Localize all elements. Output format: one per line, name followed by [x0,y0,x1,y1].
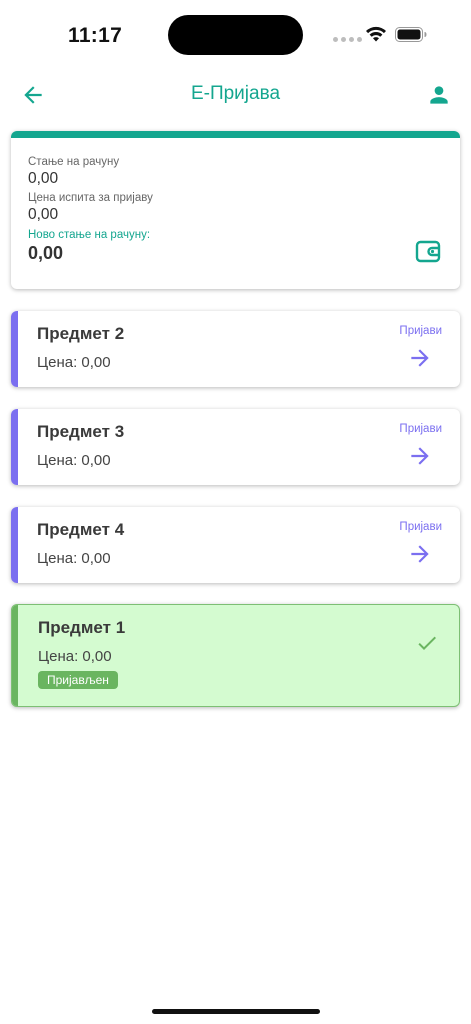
account-balance-label: Стање на рачуну [28,156,120,168]
account-balance-value: 0,00 [28,170,59,187]
register-button[interactable]: Пријави [387,517,447,573]
card-accent [11,311,18,387]
new-balance-value: 0,00 [28,243,64,263]
cellular-signal-icon [333,37,362,42]
register-button[interactable]: Пријави [387,321,447,377]
balance-card: Стање на рачуну 0,00 Цена испита за приј… [11,131,460,289]
subject-price: Цена: 0,00 [38,648,112,665]
register-label: Пријави [399,521,442,533]
subject-price: Цена: 0,00 [37,452,111,469]
page-title: Е-Пријава [190,83,281,104]
register-label: Пријави [399,325,442,337]
subject-name: Предмет 4 [37,520,125,539]
subject-card: Предмет 4 Цена: 0,00 Пријави [11,507,460,583]
arrow-right-icon [411,545,429,563]
subject-name: Предмет 1 [38,618,126,637]
exam-price-value: 0,00 [28,206,59,223]
arrow-right-icon [411,349,429,367]
subject-card: Предмет 3 Цена: 0,00 Пријави [11,409,460,485]
wallet-icon [415,240,441,263]
register-label: Пријави [399,423,442,435]
card-accent [12,605,18,706]
battery-icon [395,27,427,42]
subject-card-registered: Предмет 1 Цена: 0,00 Пријављен [11,604,460,707]
registered-badge: Пријављен [38,671,118,689]
dynamic-island [168,15,303,55]
app-bar: Е-Пријава [0,72,471,118]
card-accent [11,409,18,485]
register-button[interactable]: Пријави [387,419,447,475]
new-balance-label: Ново стање на рачуну: [28,229,151,241]
exam-price-label: Цена испита за пријаву [28,192,153,204]
subject-name: Предмет 2 [37,324,125,343]
arrow-right-icon [411,447,429,465]
card-accent [11,507,18,583]
subject-name: Предмет 3 [37,422,125,441]
status-time: 11:17 [68,24,123,47]
subject-card: Предмет 2 Цена: 0,00 Пријави [11,311,460,387]
subject-price: Цена: 0,00 [37,550,111,567]
card-top-strip [11,131,460,138]
check-icon [418,636,436,650]
home-indicator[interactable] [152,1009,320,1014]
wifi-icon [366,26,386,42]
status-bar: 11:17 [0,0,471,70]
person-icon[interactable] [426,82,452,108]
subject-price: Цена: 0,00 [37,354,111,371]
